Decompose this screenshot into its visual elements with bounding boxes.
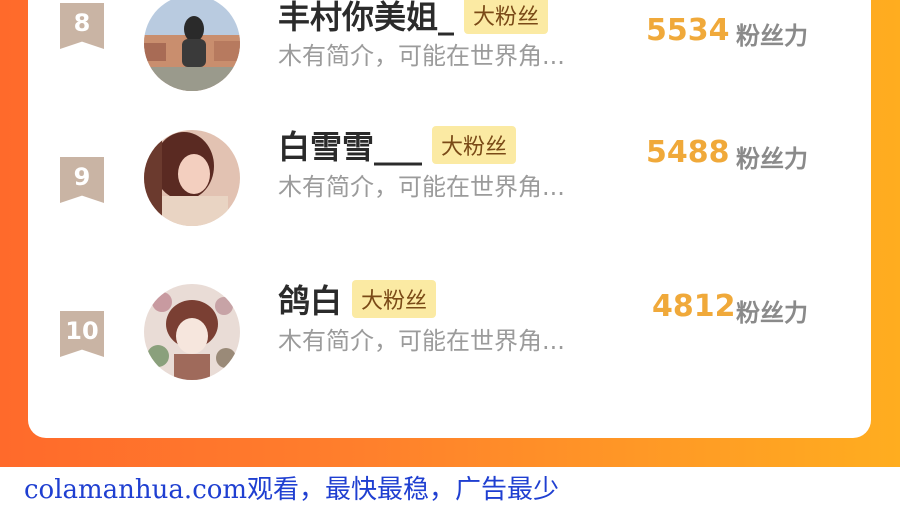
avatar-photo-icon	[144, 0, 240, 91]
fan-name[interactable]: 鸽白	[278, 276, 342, 322]
fan-score: 5488	[646, 135, 730, 170]
footer-banner: colamanhua.com观看，最快最稳，广告最少	[0, 467, 900, 529]
score-unit: 粉丝力	[736, 145, 808, 173]
fan-name[interactable]: 白雪雪___	[278, 122, 422, 168]
fan-score: 5534	[646, 13, 730, 48]
fan-score: 4812	[652, 289, 736, 324]
footer-text: colamanhua.com观看，最快最稳，广告最少	[24, 475, 560, 505]
avatar-photo-icon	[144, 130, 240, 226]
leaderboard-row-10[interactable]: 10 鸽白 大粉丝 木有简介，可能在世界角... 4812 粉丝力	[28, 278, 871, 398]
fan-description: 木有简介，可能在世界角...	[278, 173, 565, 201]
avatar[interactable]	[144, 284, 240, 380]
rank-ribbon: 8	[60, 3, 104, 49]
fan-level-badge: 大粉丝	[352, 280, 437, 318]
avatar[interactable]	[144, 130, 240, 226]
avatar-illustration-icon	[144, 284, 240, 380]
leaderboard-card: 8 丰村你美姐_ 大粉丝 木有简介，可能在世界角... 5534 粉丝力 9 白…	[28, 0, 871, 438]
rank-ribbon: 9	[60, 157, 104, 203]
leaderboard-row-8[interactable]: 8 丰村你美姐_ 大粉丝 木有简介，可能在世界角... 5534 粉丝力	[28, 0, 871, 91]
fan-description: 木有简介，可能在世界角...	[278, 42, 565, 70]
leaderboard-background: 8 丰村你美姐_ 大粉丝 木有简介，可能在世界角... 5534 粉丝力 9 白…	[0, 0, 900, 467]
fan-description: 木有简介，可能在世界角...	[278, 327, 565, 355]
avatar[interactable]	[144, 0, 240, 91]
fan-level-badge: 大粉丝	[464, 0, 549, 34]
score-unit: 粉丝力	[736, 299, 808, 327]
rank-ribbon: 10	[60, 311, 104, 357]
score-unit: 粉丝力	[736, 22, 808, 50]
leaderboard-row-9[interactable]: 9 白雪雪___ 大粉丝 木有简介，可能在世界角... 5488 粉丝力	[28, 124, 871, 244]
fan-level-badge: 大粉丝	[432, 126, 517, 164]
fan-name[interactable]: 丰村你美姐_	[278, 0, 454, 38]
